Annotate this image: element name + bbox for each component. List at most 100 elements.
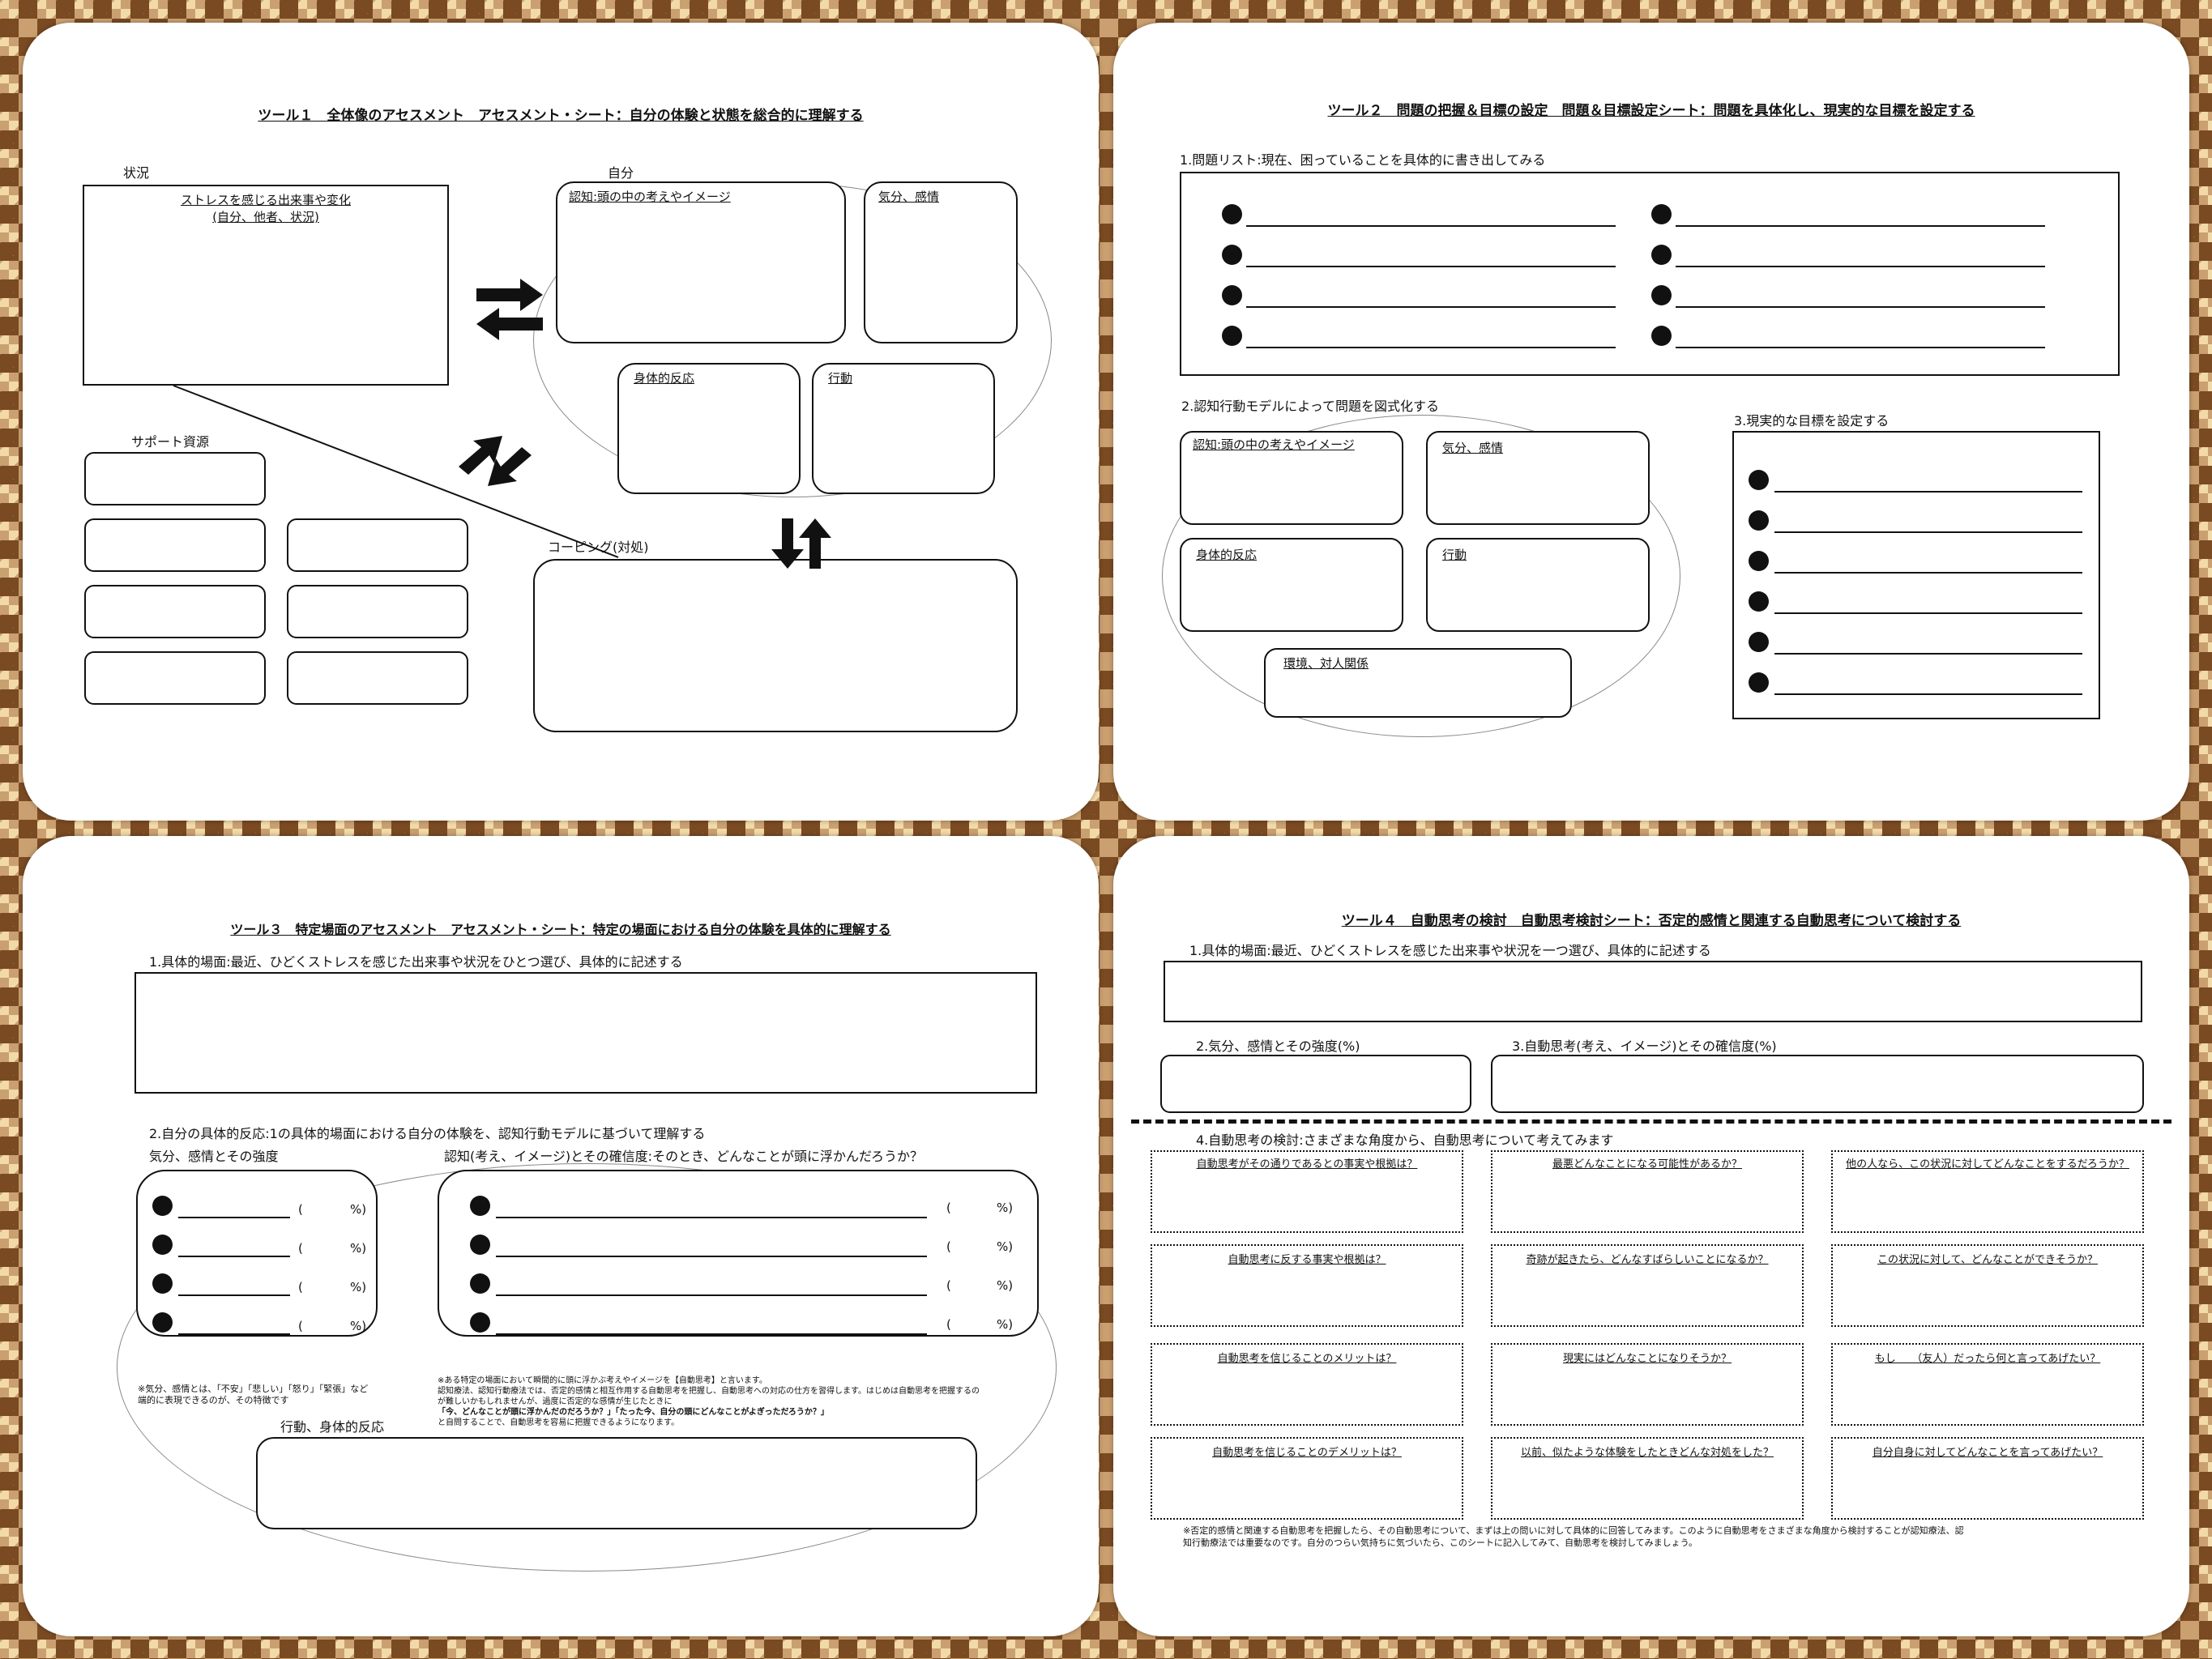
tool4-footnote: ※否定的感情と関連する自動思考を把握したら、その自動思考について、まずは上の問い… bbox=[1183, 1525, 2163, 1549]
tool4-dashed-divider bbox=[1131, 1120, 2171, 1124]
question-box-11[interactable]: 以前、似たような体験をしたときどんな対処をした？ bbox=[1491, 1437, 1804, 1520]
mood-paren-2: ( bbox=[298, 1241, 303, 1256]
goal-line-4[interactable] bbox=[1774, 612, 2082, 614]
cog-line-4[interactable] bbox=[496, 1333, 927, 1335]
question-2: 最悪どんなことになる可能性があるか？ bbox=[1552, 1158, 1742, 1171]
question-box-4[interactable]: 自動思考に反する事実や根拠は？ bbox=[1151, 1244, 1463, 1327]
goal-line-6[interactable] bbox=[1774, 693, 2082, 695]
tool2-mood-box[interactable]: 気分、感情 bbox=[1426, 431, 1650, 525]
cog-paren-4: ( bbox=[946, 1317, 951, 1332]
question-box-12[interactable]: 自分自身に対してどんなことを言ってあげたい？ bbox=[1831, 1437, 2144, 1520]
tool2-behavior-box[interactable]: 行動 bbox=[1426, 538, 1650, 632]
tool2-goals-label: 3.現実的な目標を設定する bbox=[1734, 413, 1890, 429]
tool4-scene-label: 1.具体的場面:最近、ひどくストレスを感じた出来事や状況を一つ選び、具体的に記述… bbox=[1189, 943, 1711, 958]
question-box-10[interactable]: 自動思考を信じることのデメリットは？ bbox=[1151, 1437, 1463, 1520]
tool2-environment-box[interactable]: 環境、対人関係 bbox=[1264, 648, 1572, 718]
problem-line-3[interactable] bbox=[1246, 306, 1616, 308]
tool2-problem-list-label: 1.問題リスト:現在、困っていることを具体的に書き出してみる bbox=[1180, 152, 1546, 168]
tool4-scene-box[interactable] bbox=[1164, 961, 2142, 1022]
goal-bullet-5 bbox=[1749, 632, 1769, 652]
cog-line-3[interactable] bbox=[496, 1294, 927, 1296]
mood-line-3[interactable] bbox=[178, 1294, 290, 1296]
question-7: 自動思考を信じることのメリットは？ bbox=[1217, 1353, 1397, 1365]
problem-line-6[interactable] bbox=[1676, 266, 2045, 267]
goal-line-1[interactable] bbox=[1774, 491, 2082, 493]
tool2-environment-label: 環境、対人関係 bbox=[1283, 656, 1369, 671]
tool2-goals-box bbox=[1732, 431, 2100, 719]
goal-line-5[interactable] bbox=[1774, 653, 2082, 655]
question-box-5[interactable]: 奇跡が起きたら、どんなすばらしいことになるか？ bbox=[1491, 1244, 1804, 1327]
question-box-9[interactable]: もし （友人）だったら何と言ってあげたい？ bbox=[1831, 1343, 2144, 1426]
support-box-1[interactable] bbox=[84, 452, 266, 505]
cog-line-2[interactable] bbox=[496, 1256, 927, 1257]
problem-line-7[interactable] bbox=[1676, 306, 2045, 308]
tool4-title: ツール４ 自動思考の検討 自動思考検討シート：否定的感情と関連する自動思考につい… bbox=[1341, 913, 1962, 929]
question-box-3[interactable]: 他の人なら、この状況に対してどんなことをするだろうか？ bbox=[1831, 1150, 2144, 1233]
support-box-5[interactable] bbox=[287, 585, 468, 638]
support-box-2[interactable] bbox=[84, 518, 266, 572]
problem-bullet-3 bbox=[1222, 285, 1242, 305]
cog-note-line-2: 認知療法、認知行動療法では、否定的感情と相互作用する自動思考を把握し、自動思考へ… bbox=[438, 1387, 980, 1396]
tool4-thought-box[interactable] bbox=[1491, 1055, 2144, 1113]
tool2-body-box[interactable]: 身体的反応 bbox=[1180, 538, 1403, 632]
mood-percent-4: %) bbox=[350, 1319, 367, 1333]
goal-line-2[interactable] bbox=[1774, 531, 2082, 533]
tool2-problem-list-box bbox=[1180, 172, 2120, 376]
question-box-8[interactable]: 現実にはどんなことになりそうか？ bbox=[1491, 1343, 1804, 1426]
tool3-reaction-label: 2.自分の具体的反応:1の具体的場面における自分の体験を、認知行動モデルに基づい… bbox=[149, 1126, 706, 1141]
support-box-7[interactable] bbox=[287, 651, 468, 705]
tool1-coping-label: コーピング(対処) bbox=[548, 539, 649, 555]
question-box-1[interactable]: 自動思考がその通りであるとの事実や根拠は？ bbox=[1151, 1150, 1463, 1233]
tool3-panel: ツール３ 特定場面のアセスメント アセスメント・シート：特定の場面における自分の… bbox=[23, 836, 1099, 1636]
support-box-6[interactable] bbox=[84, 651, 266, 705]
question-box-2[interactable]: 最悪どんなことになる可能性があるか？ bbox=[1491, 1150, 1804, 1233]
cog-note-line-1: ※ある特定の場面において瞬間的に頭に浮かぶ考えやイメージを【自動思考】と言います… bbox=[438, 1376, 767, 1385]
support-box-4[interactable] bbox=[84, 585, 266, 638]
cog-note-line-3: が難しいかもしれませんが、過度に否定的な感情が生じたときに bbox=[438, 1397, 673, 1406]
tool3-behavior-box[interactable] bbox=[256, 1437, 977, 1529]
mood-line-1[interactable] bbox=[178, 1217, 290, 1218]
problem-line-1[interactable] bbox=[1246, 225, 1616, 227]
cog-line-1[interactable] bbox=[496, 1217, 927, 1218]
cog-percent-4: %) bbox=[997, 1317, 1014, 1332]
tool4-mood-box[interactable] bbox=[1160, 1055, 1471, 1113]
mood-percent-2: %) bbox=[350, 1241, 367, 1256]
problem-line-2[interactable] bbox=[1246, 266, 1616, 267]
goal-bullet-1 bbox=[1749, 470, 1769, 490]
tool2-title: ツール２ 問題の把握＆目標の設定 問題＆目標設定シート：問題を具体化し、現実的な… bbox=[1327, 103, 1975, 119]
goal-line-3[interactable] bbox=[1774, 572, 2082, 574]
tool2-body-label: 身体的反応 bbox=[1196, 548, 1258, 562]
problem-line-8[interactable] bbox=[1676, 347, 2045, 348]
goal-bullet-6 bbox=[1749, 672, 1769, 693]
tool4-review-label: 4.自動思考の検討:さまざまな角度から、自動思考について考えてみます bbox=[1196, 1132, 1614, 1148]
mood-paren-4: ( bbox=[298, 1319, 303, 1333]
mood-line-2[interactable] bbox=[178, 1256, 290, 1257]
tool3-cognition-note: ※ある特定の場面において瞬間的に頭に浮かぶ考えやイメージを【自動思考】と言います… bbox=[438, 1375, 1053, 1428]
tool1-panel: ツール１ 全体像のアセスメント アセスメント・シート：自分の体験と状態を総合的に… bbox=[23, 23, 1099, 821]
problem-line-5[interactable] bbox=[1676, 225, 2045, 227]
mood-note-line-2: 端的に表現できるのが、その特徴です bbox=[138, 1395, 289, 1405]
cog-bullet-1 bbox=[470, 1196, 490, 1216]
tool2-mood-label: 気分、感情 bbox=[1442, 441, 1504, 455]
tool2-behavior-label: 行動 bbox=[1442, 548, 1467, 562]
tool3-mood-box bbox=[136, 1170, 378, 1337]
problem-line-4[interactable] bbox=[1246, 347, 1616, 348]
problem-bullet-4 bbox=[1222, 326, 1242, 346]
cog-bullet-2 bbox=[470, 1235, 490, 1255]
mood-percent-1: %) bbox=[350, 1202, 367, 1217]
cog-bullet-4 bbox=[470, 1312, 490, 1333]
mood-note-line-1: ※気分、感情とは、「不安」「悲しい」「怒り」「緊張」など bbox=[138, 1384, 369, 1394]
tool3-scene-box[interactable] bbox=[135, 972, 1037, 1094]
tool2-cognition-box[interactable]: 認知:頭の中の考えやイメージ bbox=[1180, 431, 1403, 525]
mood-line-4[interactable] bbox=[178, 1333, 290, 1335]
tool4-mood-label: 2.気分、感情とその強度(%) bbox=[1196, 1038, 1360, 1054]
question-box-7[interactable]: 自動思考を信じることのメリットは？ bbox=[1151, 1343, 1463, 1426]
tool3-title: ツール３ 特定場面のアセスメント アセスメント・シート：特定の場面における自分の… bbox=[230, 922, 891, 937]
support-box-3[interactable] bbox=[287, 518, 468, 572]
question-box-6[interactable]: この状況に対して、どんなことができそうか？ bbox=[1831, 1244, 2144, 1327]
cog-percent-3: %) bbox=[997, 1278, 1014, 1293]
tool1-coping-box[interactable] bbox=[533, 559, 1018, 732]
problem-bullet-5 bbox=[1651, 204, 1672, 224]
tool3-behavior-label: 行動、身体的反応 bbox=[280, 1419, 385, 1435]
mood-bullet-2 bbox=[152, 1235, 173, 1255]
